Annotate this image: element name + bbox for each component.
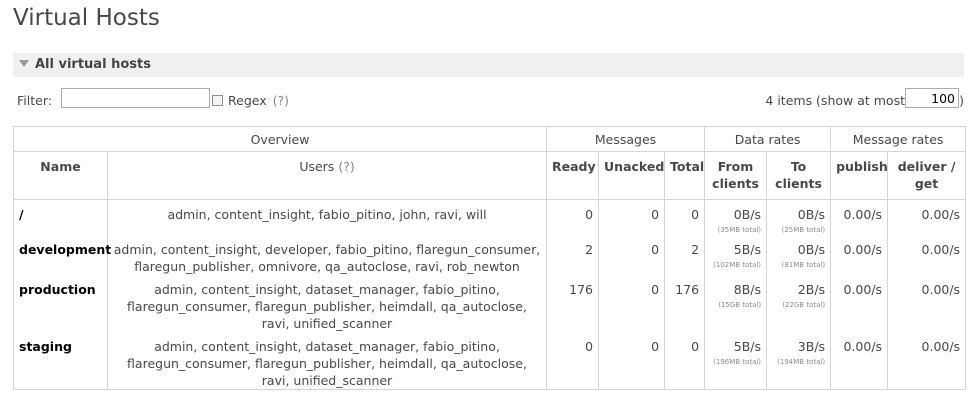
deliver-get-rate: 0.00/s <box>887 332 967 390</box>
items-close-paren: ) <box>959 93 964 108</box>
group-data-rates: Data rates <box>704 126 832 152</box>
from-total: (15GB total) <box>718 301 762 309</box>
col-unacked[interactable]: Unacked <box>598 151 666 200</box>
group-message-rates: Message rates <box>830 126 967 152</box>
unacked-count: 0 <box>598 199 666 235</box>
from-clients-rate: 5B/s (196MB total) <box>704 332 768 390</box>
col-publish[interactable]: publish <box>830 151 889 200</box>
total-count: 0 <box>664 332 706 390</box>
vhost-name-link[interactable]: development <box>13 235 111 275</box>
filter-input[interactable] <box>61 88 210 108</box>
to-total: (25MB total) <box>781 226 826 234</box>
to-rate-value: 0B/s <box>797 242 826 257</box>
vhost-name-link[interactable]: staging <box>13 332 108 390</box>
filter-row: Filter: Regex (?) 4 items (show at most … <box>17 87 964 113</box>
to-total: (22GB total) <box>782 301 826 309</box>
vhost-name-link[interactable]: / <box>13 199 108 235</box>
table-row: development admin, content_insight, deve… <box>13 235 967 275</box>
vhost-users: admin, content_insight, developer, fabio… <box>106 235 548 275</box>
page-title: Virtual Hosts <box>13 5 160 31</box>
total-count: 0 <box>664 199 706 235</box>
deliver-get-rate: 0.00/s <box>887 235 967 275</box>
col-total[interactable]: Total <box>664 151 706 200</box>
col-from-clients[interactable]: From clients <box>704 151 768 200</box>
publish-rate: 0.00/s <box>830 275 889 332</box>
from-clients-rate: 8B/s (15GB total) <box>704 275 768 332</box>
to-clients-rate: 0B/s (81MB total) <box>766 235 832 275</box>
unacked-count: 0 <box>598 235 666 275</box>
from-clients-rate: 5B/s (102MB total) <box>704 235 768 275</box>
collapse-triangle-icon <box>19 60 29 67</box>
regex-label-text: Regex <box>228 93 267 108</box>
virtual-hosts-table: Overview Messages Data rates Message rat… <box>12 126 967 390</box>
page-size-input[interactable] <box>905 88 959 108</box>
from-rate-value: 0B/s <box>733 207 762 222</box>
ready-count: 176 <box>546 275 600 332</box>
regex-checkbox[interactable] <box>212 95 223 106</box>
col-name[interactable]: Name <box>13 151 108 200</box>
from-clients-rate: 0B/s (35MB total) <box>704 199 768 235</box>
section-title: All virtual hosts <box>35 57 151 72</box>
regex-help-link[interactable]: (?) <box>273 93 289 108</box>
unacked-count: 0 <box>598 275 666 332</box>
total-count: 176 <box>664 275 706 332</box>
to-rate-value: 0B/s <box>797 207 826 222</box>
to-total: (81MB total) <box>781 261 826 269</box>
publish-rate: 0.00/s <box>830 332 889 390</box>
to-rate-value: 2B/s <box>797 282 826 297</box>
publish-rate: 0.00/s <box>830 235 889 275</box>
vhost-name-link[interactable]: production <box>13 275 108 332</box>
deliver-get-rate: 0.00/s <box>887 199 967 235</box>
col-to-clients[interactable]: To clients <box>766 151 832 200</box>
section-toggle-all-virtual-hosts[interactable]: All virtual hosts <box>13 53 964 77</box>
from-rate-value: 8B/s <box>733 282 762 297</box>
to-clients-rate: 0B/s (25MB total) <box>766 199 832 235</box>
from-rate-value: 5B/s <box>733 339 762 354</box>
group-messages: Messages <box>546 126 706 152</box>
group-overview: Overview <box>12 126 548 152</box>
filter-label: Filter: <box>17 93 52 108</box>
vhost-users: admin, content_insight, fabio_pitino, jo… <box>106 199 548 235</box>
table-row: production admin, content_insight, datas… <box>13 275 967 332</box>
col-users-label: Users <box>299 159 335 174</box>
from-total: (196MB total) <box>713 358 762 366</box>
regex-label[interactable]: Regex (?) <box>228 93 289 108</box>
to-clients-rate: 3B/s (194MB total) <box>766 332 832 390</box>
to-clients-rate: 2B/s (22GB total) <box>766 275 832 332</box>
from-rate-value: 5B/s <box>733 242 762 257</box>
from-total: (35MB total) <box>717 226 762 234</box>
unacked-count: 0 <box>598 332 666 390</box>
publish-rate: 0.00/s <box>830 199 889 235</box>
table-row: / admin, content_insight, fabio_pitino, … <box>13 199 967 235</box>
to-total: (194MB total) <box>777 358 826 366</box>
col-ready[interactable]: Ready <box>546 151 600 200</box>
vhost-users: admin, content_insight, dataset_manager,… <box>106 332 548 390</box>
users-help-link[interactable]: (?) <box>338 159 354 174</box>
from-total: (102MB total) <box>713 261 762 269</box>
ready-count: 2 <box>546 235 600 275</box>
vhost-users: admin, content_insight, dataset_manager,… <box>106 275 548 332</box>
ready-count: 0 <box>546 332 600 390</box>
col-users: Users (?) <box>106 151 548 200</box>
deliver-get-rate: 0.00/s <box>887 275 967 332</box>
total-count: 2 <box>664 235 706 275</box>
to-rate-value: 3B/s <box>797 339 826 354</box>
table-row: staging admin, content_insight, dataset_… <box>13 332 967 390</box>
col-deliver-get[interactable]: deliver / get <box>887 151 967 200</box>
items-count-text: 4 items (show at most <box>765 93 905 108</box>
ready-count: 0 <box>546 199 600 235</box>
